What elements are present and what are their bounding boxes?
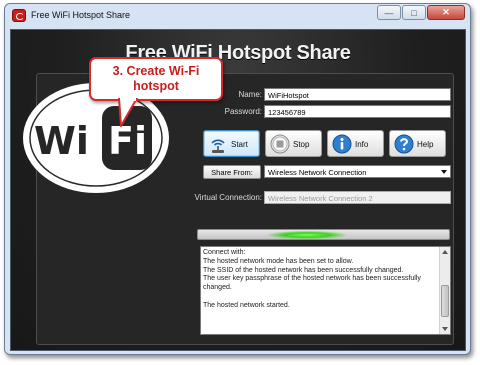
page-title: Free WiFi Hotspot Share [125,42,351,64]
app-window: Free WiFi Hotspot Share — □ ✕ Free WiFi … [4,3,471,355]
callout-text: 3. Create Wi-Fi hotspot [91,64,221,94]
client-area: Free WiFi Hotspot Share Wi Fi Name: WiFi… [10,29,466,351]
virtual-connection-field: Wireless Network Connection 2 [264,191,451,204]
minimize-icon: — [384,7,394,18]
callout-bubble: 3. Create Wi-Fi hotspot [89,57,223,101]
log-line: The SSID of the hosted network has been … [203,266,404,274]
info-label: Info [355,140,369,149]
window-title: Free WiFi Hotspot Share [31,10,131,20]
share-from-value: Wireless Network Connection [268,168,367,177]
close-button[interactable]: ✕ [427,5,465,20]
scroll-down-icon[interactable] [440,324,450,334]
app-icon [12,9,26,22]
help-icon [394,134,414,154]
password-input[interactable]: 123456789 [264,105,451,118]
log-text: Connect with: The hosted network mode ha… [203,249,439,311]
status-log[interactable]: Connect with: The hosted network mode ha… [200,246,451,335]
progress-indicator [268,231,346,239]
scroll-up-icon[interactable] [440,247,450,257]
share-from-select[interactable]: Wireless Network Connection [264,165,451,178]
help-label: Help [417,140,434,149]
callout-pointer [118,98,138,127]
callout-line-1: 3. Create Wi-Fi [112,64,200,78]
start-label: Start [231,140,248,149]
info-icon [332,134,352,154]
log-line: The user key passphrase of the hosted ne… [203,275,421,292]
window-controls: — □ ✕ [377,5,465,20]
help-button[interactable]: Help [389,130,446,157]
scroll-thumb[interactable] [441,285,449,317]
maximize-icon: □ [411,7,417,18]
log-line: The hosted network mode has been set to … [203,257,354,265]
stop-label: Stop [293,140,310,149]
stop-icon [270,134,290,154]
share-from-button[interactable]: Share From: [203,165,261,179]
minimize-button[interactable]: — [377,5,401,20]
log-line: Connect with: [203,249,246,256]
close-icon: ✕ [442,7,450,17]
chevron-down-icon [441,170,447,174]
progress-bar [197,229,450,240]
log-line: The hosted network started. [203,301,290,309]
title-bar[interactable]: Free WiFi Hotspot Share — □ ✕ [5,4,470,26]
stop-button[interactable]: Stop [265,130,322,157]
start-button[interactable]: Start [203,130,260,157]
info-button[interactable]: Info [327,130,384,157]
password-label: Password: [224,107,262,116]
logo-text-wi: Wi [34,119,89,163]
log-scrollbar[interactable] [439,247,450,334]
virtual-connection-label: Virtual Connection: [194,193,262,202]
callout-line-2: hotspot [133,79,179,93]
wifi-antenna-icon [211,139,225,153]
maximize-button[interactable]: □ [402,5,426,20]
name-input[interactable]: WiFiHotspot [264,88,451,101]
